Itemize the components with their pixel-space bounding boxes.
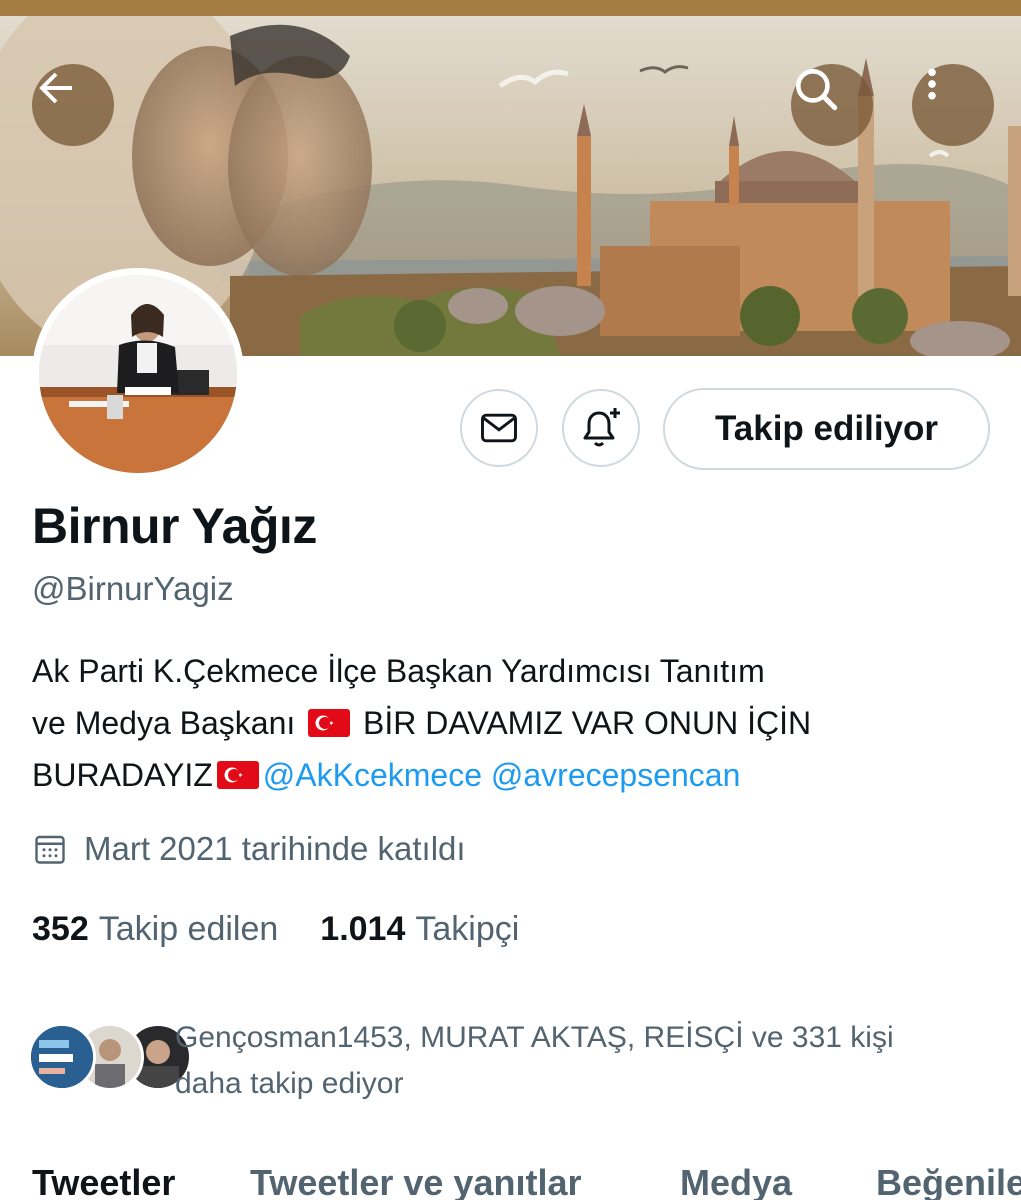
following-stat[interactable]: 352 Takip edilen (32, 910, 278, 949)
notifications-button[interactable] (562, 389, 640, 467)
profile-handle: @BirnurYagiz (32, 570, 234, 607)
bell-plus-icon (583, 408, 620, 447)
mail-icon (481, 413, 517, 443)
profile-name: Birnur Yağız (32, 498, 317, 554)
tab-tweets[interactable]: Tweetler (32, 1162, 175, 1200)
turkey-flag-icon (216, 761, 259, 789)
followed-by-line-1: Gençosman1453, MURAT AKTAŞ, REİSÇİ ve 33… (175, 1021, 894, 1054)
top-strip (0, 0, 1021, 16)
joined-text: Mart 2021 tarihinde katıldı (84, 830, 466, 867)
more-button[interactable] (912, 64, 994, 146)
following-button[interactable]: Takip ediliyor (663, 388, 990, 470)
back-button[interactable] (32, 64, 114, 146)
followed-by-text: Gençosman1453, MURAT AKTAŞ, REİSÇİ ve 33… (175, 1015, 995, 1107)
avatar-photo (39, 275, 237, 473)
mention-link-avrecepsencan[interactable]: @avrecepsencan (491, 757, 741, 793)
profile-bio: Ak Parti K.Çekmece İlçe Başkan Yardımcıs… (32, 645, 992, 801)
profile-avatar[interactable] (32, 268, 244, 480)
calendar-icon (35, 835, 65, 864)
follow-stats: 352 Takip edilen 1.014 Takipçi (32, 910, 561, 949)
bio-line-1: Ak Parti K.Çekmece İlçe Başkan Yardımcıs… (32, 653, 765, 689)
search-icon (796, 69, 838, 111)
followers-count: 1.014 (320, 910, 406, 948)
more-vertical-icon (928, 68, 936, 100)
search-button[interactable] (791, 64, 873, 146)
bio-text-2a: ve Medya Başkanı (32, 705, 296, 741)
follower-avatar-3 (28, 1023, 96, 1091)
message-button[interactable] (460, 389, 538, 467)
following-count: 352 (32, 910, 89, 948)
followed-by-line-2: daha takip ediyor (175, 1067, 404, 1100)
tab-likes[interactable]: Beğeniler (876, 1162, 1021, 1200)
turkey-flag-icon (308, 709, 351, 737)
tab-media[interactable]: Medya (680, 1162, 792, 1200)
followers-stat[interactable]: 1.014 Takipçi (320, 910, 519, 949)
tab-tweets-and-replies[interactable]: Tweetler ve yanıtlar (250, 1162, 582, 1200)
followers-label: Takipçi (415, 910, 520, 948)
bio-text-2b: BİR DAVAMIZ VAR ONUN İÇİN (363, 705, 812, 741)
following-label: Takip edilen (98, 910, 279, 948)
profile-tabs: Tweetler Tweetler ve yanıtlar Medya Beğe… (0, 1160, 1021, 1200)
bio-text-3a: BURADAYIZ (32, 757, 213, 793)
mention-link-akkcekmece[interactable]: @AkKcekmece (263, 757, 482, 793)
arrow-left-icon (39, 72, 72, 104)
joined-date: Mart 2021 tarihinde katıldı (32, 830, 466, 868)
